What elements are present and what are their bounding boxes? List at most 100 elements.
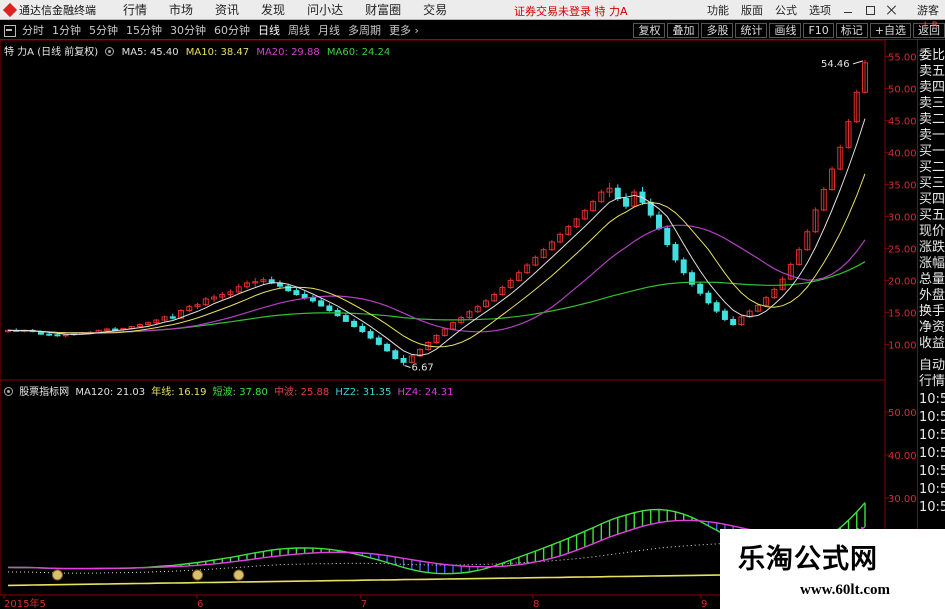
period-toolbar: 分时 1分钟 5分钟 15分钟 30分钟 60分钟 日线 周线 月线 多周期 更…: [0, 21, 945, 40]
price-tick-label: 35.00: [888, 180, 917, 191]
side-panel-item[interactable]: 10:5: [919, 464, 945, 480]
candle-down: [342, 315, 349, 322]
side-panel-item[interactable]: 10:5: [919, 410, 945, 426]
candle-down: [705, 292, 712, 304]
side-panel-item[interactable]: 卖三: [919, 96, 945, 112]
side-panel-item[interactable]: 卖一: [919, 128, 945, 144]
buy-signal-icon: [51, 569, 63, 581]
side-panel-item[interactable]: 10:5: [919, 392, 945, 408]
menu-item-discover[interactable]: 发现: [250, 1, 296, 18]
side-lr-toggle[interactable]: L R: [917, 22, 945, 40]
side-panel-item[interactable]: 净资: [919, 320, 945, 336]
maximize-icon[interactable]: [864, 4, 876, 16]
side-panel-item[interactable]: 卖四: [919, 80, 945, 96]
period-30min[interactable]: 30分钟: [166, 22, 210, 38]
side-panel-item[interactable]: 收益: [919, 336, 945, 352]
side-panel-item[interactable]: 买一: [919, 144, 945, 160]
app-title: 通达信金融终端: [19, 3, 96, 17]
period-5min[interactable]: 5分钟: [85, 22, 122, 38]
buy-signal-icon: [233, 569, 245, 581]
candle-down: [672, 244, 679, 261]
tool-multi-stock[interactable]: 多股: [701, 23, 734, 38]
side-panel-item[interactable]: 现价: [919, 224, 945, 240]
period-1min[interactable]: 1分钟: [48, 22, 85, 38]
price-tick-label: 50.00: [888, 84, 917, 95]
side-panel-item[interactable]: 买四: [919, 192, 945, 208]
candle-down: [351, 320, 358, 327]
menu-item-wealth[interactable]: 财富圈: [354, 1, 412, 18]
main-stock-title: 特 力A (日线 前复权): [4, 47, 99, 58]
side-panel-item[interactable]: 总量: [919, 272, 945, 288]
side-panel-item[interactable]: 涨跌: [919, 240, 945, 256]
low-price-pointer: [404, 365, 411, 368]
candle-down: [169, 316, 176, 319]
tool-adjust[interactable]: 复权: [633, 23, 666, 38]
candle-down: [309, 297, 316, 302]
candle-down: [713, 302, 720, 312]
price-tick-label: 15.00: [888, 308, 917, 319]
period-more-button[interactable]: 更多 ›: [385, 22, 423, 38]
period-daily[interactable]: 日线: [254, 22, 284, 38]
tool-draw[interactable]: 画线: [769, 23, 802, 38]
menu-layout[interactable]: 版面: [735, 2, 769, 18]
period-weekly[interactable]: 周线: [284, 22, 314, 38]
side-panel-item[interactable]: 涨幅: [919, 256, 945, 272]
short-wave-readout: 短波: 37.80: [212, 387, 268, 398]
candle-down: [730, 318, 737, 326]
side-panel-item[interactable]: 买五: [919, 208, 945, 224]
side-panel-item[interactable]: 卖二: [919, 112, 945, 128]
period-multi[interactable]: 多周期: [344, 22, 385, 38]
sub-indicator-name: 股票指标网: [19, 387, 70, 398]
low-price-label: 6.67: [412, 363, 434, 374]
period-monthly[interactable]: 月线: [314, 22, 344, 38]
candle-down: [46, 333, 53, 336]
candle-down: [614, 187, 621, 199]
hz4-readout: HZ4: 24.31: [397, 387, 454, 398]
period-15min[interactable]: 15分钟: [122, 22, 166, 38]
sub-indicator-settings-icon[interactable]: [4, 387, 13, 396]
tool-overlay[interactable]: 叠加: [667, 23, 700, 38]
minimize-icon[interactable]: [842, 4, 854, 16]
menu-item-trade[interactable]: 交易: [412, 1, 458, 18]
side-panel-item[interactable]: 10:5: [919, 428, 945, 444]
tool-f10[interactable]: F10: [803, 23, 834, 38]
high-price-pointer: [852, 60, 864, 65]
side-panel-item[interactable]: 卖五: [919, 64, 945, 80]
buy-signal-marker: [233, 569, 245, 581]
panel-toggle-icon[interactable]: [4, 25, 16, 37]
menu-item-market[interactable]: 市场: [158, 1, 204, 18]
side-panel-item[interactable]: 10:5: [919, 482, 945, 498]
price-tick-label: 20.00: [888, 276, 917, 287]
side-panel-item[interactable]: 10:5: [919, 500, 945, 516]
guest-label[interactable]: 游客: [917, 2, 939, 18]
candle-down: [664, 228, 671, 246]
side-panel-item[interactable]: 10:5: [919, 446, 945, 462]
menu-item-quotes[interactable]: 行情: [112, 1, 158, 18]
menu-item-ask[interactable]: 问小达: [296, 1, 354, 18]
tool-add-watchlist[interactable]: +自选: [869, 23, 911, 38]
side-panel-item[interactable]: 换手: [919, 304, 945, 320]
period-timeshare[interactable]: 分时: [18, 22, 48, 38]
login-status[interactable]: 证券交易未登录 特 力A: [514, 3, 628, 19]
indicator-settings-icon[interactable]: [105, 47, 115, 56]
menu-formula[interactable]: 公式: [769, 2, 803, 18]
candle-up: [62, 334, 69, 337]
side-panel-item[interactable]: 委比: [919, 48, 945, 64]
side-panel-item[interactable]: 外盘: [919, 288, 945, 304]
side-panel-item[interactable]: 买三: [919, 176, 945, 192]
side-panel-item[interactable]: 行情: [919, 374, 945, 390]
menu-bar: 通达信金融终端 行情 市场 资讯 发现 问小达 财富圈 交易 证券交易未登录 特…: [0, 0, 945, 20]
side-panel-item[interactable]: 自动: [919, 358, 945, 374]
price-tick-label: 30.00: [888, 212, 917, 223]
kline-chart[interactable]: 55.00 50.00 45.00 40.00 35.00 30.00 25.00 20.00…: [0, 40, 945, 609]
menu-item-news[interactable]: 资讯: [204, 1, 250, 18]
menu-function[interactable]: 功能: [701, 2, 735, 18]
period-60min[interactable]: 60分钟: [210, 22, 254, 38]
menu-options[interactable]: 选项: [803, 2, 837, 18]
tool-stats[interactable]: 统计: [735, 23, 768, 38]
side-panel-item[interactable]: 买二: [919, 160, 945, 176]
time-tick-label: 7: [361, 599, 367, 609]
mid-wave-readout: 中波: 25.88: [274, 387, 330, 398]
close-icon[interactable]: [886, 4, 898, 16]
tool-mark[interactable]: 标记: [835, 23, 868, 38]
